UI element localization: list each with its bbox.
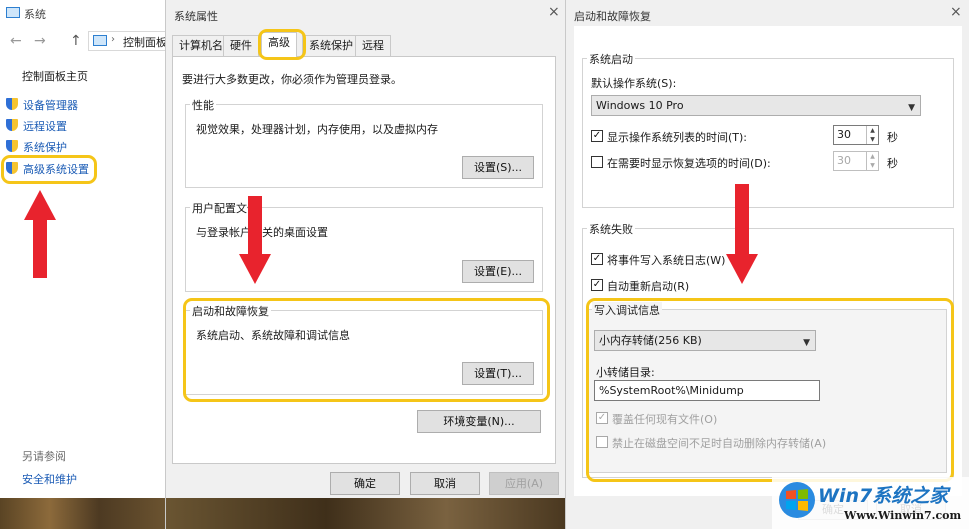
- advanced-tab-panel: 要进行大多数更改，你必须作为管理员登录。 性能 视觉效果，处理器计划，内存使用，…: [172, 56, 556, 464]
- arrow-shaft: [33, 220, 47, 278]
- show-os-list-stepper[interactable]: 30 ▲ ▼: [833, 125, 879, 145]
- see-also-label: 另请参阅: [22, 450, 66, 463]
- breadcrumb-control-panel[interactable]: 控制面板: [123, 34, 167, 50]
- window-title: 系统: [24, 8, 46, 21]
- system-properties-dialog: 系统属性 × 计算机名 硬件 高级 系统保护 远程 要进行大多数更改，你必须作为…: [165, 0, 566, 529]
- show-recovery-stepper: 30 ▲ ▼: [833, 151, 879, 171]
- dialog-title: 系统属性: [174, 10, 218, 23]
- user-profiles-settings-button[interactable]: 设置(E)...: [462, 260, 534, 283]
- stepper-value: 30: [837, 154, 851, 167]
- sidebar-item-label: 系统保护: [23, 141, 67, 154]
- write-event-checkbox[interactable]: [591, 253, 603, 265]
- sidebar-item-label: 设备管理器: [23, 99, 78, 112]
- close-icon[interactable]: ×: [950, 4, 962, 20]
- sidebar-item-system-protection[interactable]: 系统保护: [6, 138, 67, 156]
- sidebar-item-device-manager[interactable]: 设备管理器: [6, 96, 78, 114]
- system-window: 系统 ← → ↑ › 控制面板 控制面板主页 设备管理器 远程设置 系统保护 高…: [0, 0, 168, 529]
- stepper-arrows-icon: ▲ ▼: [866, 152, 878, 170]
- admin-note: 要进行大多数更改，你必须作为管理员登录。: [182, 73, 402, 86]
- tab-remote[interactable]: 远程: [355, 35, 391, 56]
- auto-restart-label: 自动重新启动(R): [607, 280, 690, 293]
- arrow-head: [239, 254, 271, 284]
- arrow-shaft: [735, 184, 749, 254]
- group-caption: 性能: [190, 97, 216, 113]
- red-arrow-down: [726, 184, 758, 284]
- write-event-label: 将事件写入系统日志(W): [607, 254, 726, 267]
- arrow-shaft: [248, 196, 262, 254]
- breadcrumb-separator: ›: [111, 34, 115, 45]
- back-arrow-icon[interactable]: ←: [10, 33, 22, 49]
- highlight-advanced-tab: [258, 29, 306, 60]
- system-startup-group: 系统启动 默认操作系统(S): Windows 10 Pro ▼ 显示操作系统列…: [582, 51, 954, 208]
- shield-icon: [6, 98, 19, 112]
- highlight-advanced-settings: [1, 155, 97, 184]
- close-icon[interactable]: ×: [548, 4, 560, 20]
- group-description: 视觉效果，处理器计划，内存使用，以及虚拟内存: [196, 123, 438, 136]
- stepper-value: 30: [837, 128, 851, 141]
- highlight-startup-recovery: [183, 298, 550, 402]
- startup-recovery-dialog: 启动和故障恢复 × 系统启动 默认操作系统(S): Windows 10 Pro…: [565, 0, 969, 529]
- windows-logo-icon: [779, 482, 815, 518]
- address-bar[interactable]: › 控制面板: [88, 31, 168, 51]
- arrow-head: [24, 190, 56, 220]
- show-os-list-label: 显示操作系统列表的时间(T):: [607, 131, 748, 144]
- group-caption: 系统失败: [587, 221, 635, 237]
- show-os-list-checkbox[interactable]: [591, 130, 603, 142]
- control-panel-icon: [93, 35, 107, 46]
- dialog-title: 启动和故障恢复: [574, 10, 651, 23]
- seconds-unit: 秒: [887, 157, 898, 170]
- red-arrow-down: [239, 196, 271, 284]
- watermark-url: Www.Winwin7.com: [844, 509, 962, 522]
- arrow-head: [726, 254, 758, 284]
- desktop-wallpaper-strip: [0, 498, 165, 529]
- performance-group: 性能 视觉效果，处理器计划，内存使用，以及虚拟内存 设置(S)...: [185, 97, 543, 188]
- ok-button[interactable]: 确定: [330, 472, 400, 495]
- sidebar-item-remote-settings[interactable]: 远程设置: [6, 117, 67, 135]
- tab-computer-name[interactable]: 计算机名: [172, 35, 230, 56]
- auto-restart-checkbox[interactable]: [591, 279, 603, 291]
- select-value: Windows 10 Pro: [596, 99, 684, 112]
- desktop-wallpaper-strip: [166, 498, 566, 529]
- highlight-debug-info: [586, 298, 954, 482]
- default-os-label: 默认操作系统(S):: [591, 77, 677, 90]
- cancel-button[interactable]: 取消: [410, 472, 480, 495]
- chevron-down-icon: ▼: [908, 103, 915, 113]
- show-recovery-label: 在需要时显示恢复选项的时间(D):: [607, 157, 771, 170]
- up-arrow-icon[interactable]: ↑: [70, 33, 82, 49]
- red-arrow-up: [24, 190, 56, 278]
- shield-icon: [6, 140, 19, 154]
- seconds-unit: 秒: [887, 131, 898, 144]
- watermark-site-name: Win7系统之家: [818, 485, 949, 507]
- sidebar-item-label: 远程设置: [23, 120, 67, 133]
- apply-button[interactable]: 应用(A): [489, 472, 559, 495]
- shield-icon: [6, 119, 19, 133]
- environment-variables-button[interactable]: 环境变量(N)...: [417, 410, 541, 433]
- system-icon: [6, 7, 20, 18]
- security-maintenance-link[interactable]: 安全和维护: [22, 471, 77, 487]
- group-caption: 系统启动: [587, 51, 635, 67]
- show-recovery-checkbox[interactable]: [591, 156, 603, 168]
- performance-settings-button[interactable]: 设置(S)...: [462, 156, 534, 179]
- watermark: Win7系统之家 Www.Winwin7.com: [772, 477, 969, 529]
- stepper-arrows-icon[interactable]: ▲ ▼: [866, 126, 878, 144]
- control-panel-home-link[interactable]: 控制面板主页: [22, 68, 88, 84]
- tab-hardware[interactable]: 硬件: [223, 35, 259, 56]
- tab-system-protection[interactable]: 系统保护: [302, 35, 360, 56]
- forward-arrow-icon[interactable]: →: [34, 33, 46, 49]
- default-os-select[interactable]: Windows 10 Pro ▼: [591, 95, 921, 116]
